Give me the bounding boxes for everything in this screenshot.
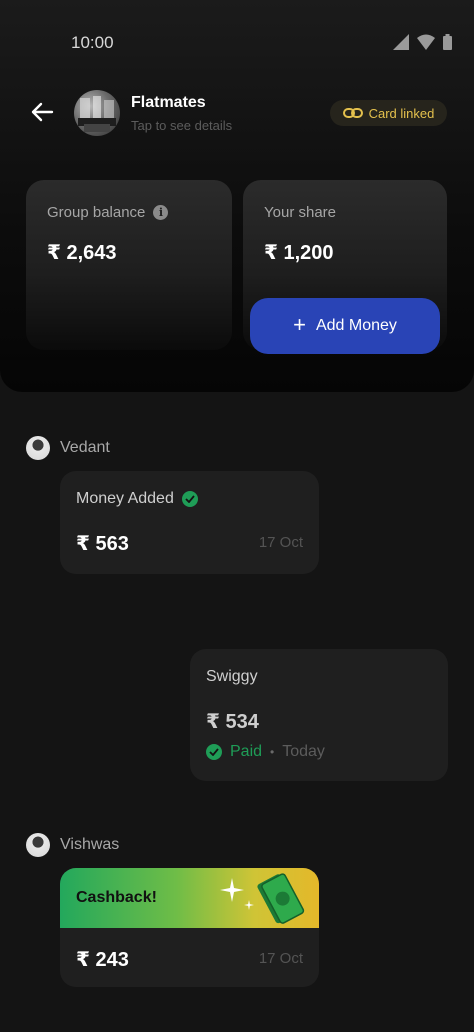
transaction-amount: ₹ 243 bbox=[76, 949, 129, 971]
cashback-label: Cashback! bbox=[76, 889, 157, 906]
group-balance-value: ₹ 2,643 bbox=[47, 242, 117, 264]
avatar[interactable] bbox=[26, 833, 50, 857]
status-bar: 10:00 bbox=[0, 0, 474, 80]
member-name: Vedant bbox=[60, 439, 110, 456]
transaction-amount: ₹ 563 bbox=[76, 533, 129, 555]
transaction-title: Money Added bbox=[76, 490, 174, 507]
transaction-card-money-added[interactable]: Money Added ₹ 563 17 Oct bbox=[60, 471, 319, 574]
card-linked-badge[interactable]: Card linked bbox=[330, 100, 447, 126]
group-balance-label-row: Group balance i bbox=[47, 204, 169, 221]
member-name: Vishwas bbox=[60, 836, 120, 853]
status-icons bbox=[393, 34, 452, 50]
member-row-vishwas: Vishwas bbox=[26, 833, 119, 857]
cashback-banner: Cashback! bbox=[60, 868, 319, 928]
check-icon bbox=[181, 491, 198, 507]
status-time: 10:00 bbox=[71, 33, 114, 52]
transaction-card-cashback[interactable]: Cashback! ₹ 243 17 Oct bbox=[60, 868, 319, 987]
group-balance-card: Group balance i ₹ 2,643 bbox=[26, 180, 232, 350]
group-header: Flatmates Tap to see details Card linked bbox=[0, 88, 474, 138]
your-share-label: Your share bbox=[264, 204, 336, 221]
group-details-hint[interactable]: Tap to see details bbox=[131, 118, 232, 133]
sparkle-icon bbox=[220, 878, 244, 902]
info-icon[interactable]: i bbox=[153, 205, 169, 220]
transaction-title-row: Money Added bbox=[76, 490, 198, 508]
card-linked-label: Card linked bbox=[368, 105, 435, 121]
link-icon bbox=[342, 108, 363, 118]
group-balance-label: Group balance bbox=[47, 204, 146, 221]
group-avatar[interactable] bbox=[74, 90, 120, 136]
transaction-card-swiggy[interactable]: Swiggy ₹ 534 Paid • Today bbox=[190, 649, 448, 781]
your-share-label-row: Your share bbox=[264, 204, 336, 221]
transaction-amount: ₹ 534 bbox=[206, 711, 259, 733]
back-button[interactable] bbox=[28, 98, 56, 126]
transaction-date: 17 Oct bbox=[258, 534, 303, 551]
payment-status: Paid bbox=[230, 743, 263, 760]
back-arrow-icon bbox=[31, 102, 54, 122]
transaction-when: Today bbox=[282, 743, 325, 760]
cash-icon bbox=[257, 873, 305, 924]
add-money-label: Add Money bbox=[315, 317, 397, 334]
separator-dot: • bbox=[270, 745, 275, 759]
transaction-date: 17 Oct bbox=[258, 950, 303, 967]
check-icon bbox=[206, 744, 222, 760]
wifi-icon bbox=[417, 34, 435, 50]
add-money-button[interactable]: + Add Money bbox=[250, 298, 440, 354]
payment-status-row: Paid • Today bbox=[206, 743, 325, 761]
battery-icon bbox=[443, 34, 452, 50]
signal-icon bbox=[393, 34, 409, 50]
avatar[interactable] bbox=[26, 436, 50, 460]
group-name[interactable]: Flatmates bbox=[131, 94, 206, 112]
plus-icon: + bbox=[293, 312, 306, 337]
your-share-value: ₹ 1,200 bbox=[264, 242, 334, 264]
group-avatar-image bbox=[78, 96, 116, 132]
merchant-name: Swiggy bbox=[206, 668, 258, 685]
member-row-vedant: Vedant bbox=[26, 436, 110, 460]
